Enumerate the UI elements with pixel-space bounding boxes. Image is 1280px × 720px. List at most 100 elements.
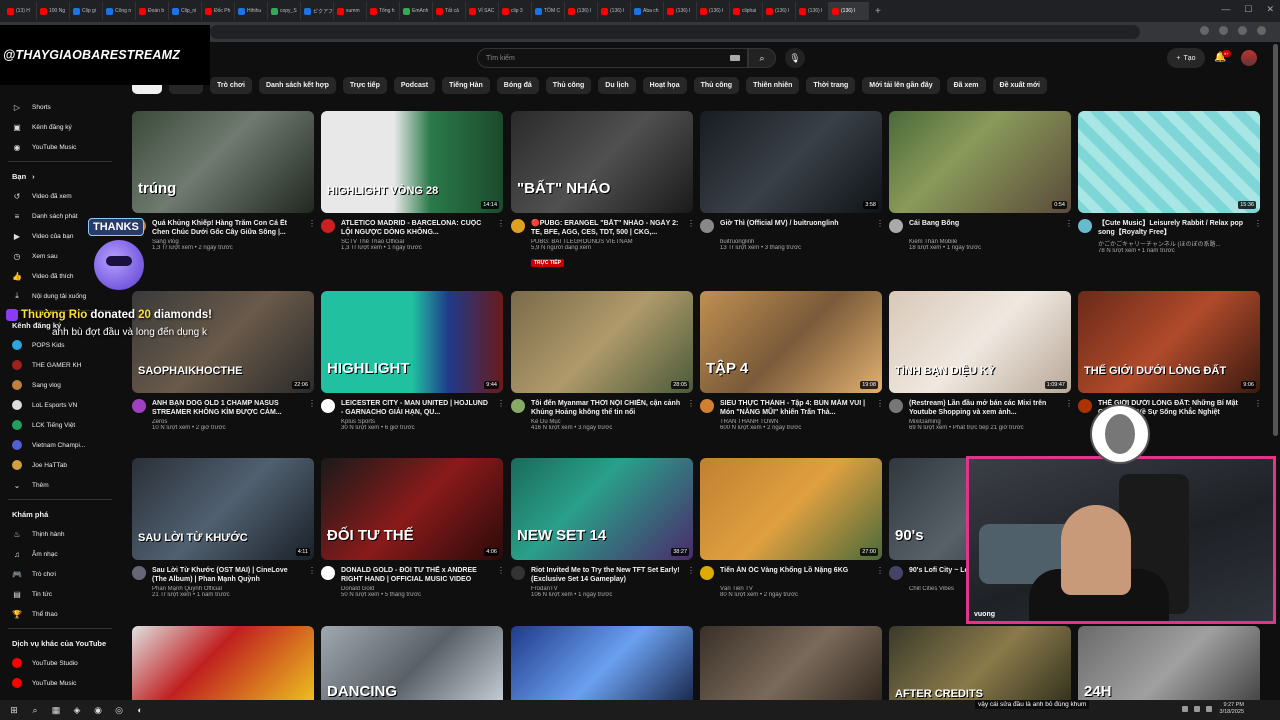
video-card[interactable]: 0:54 Cái Bang Bống Kiếm Thần Mobile 18 lượt… [889, 111, 1073, 251]
video-thumbnail[interactable]: SAOPHAIKHOCTHE 22:06 [132, 291, 314, 393]
more-options-icon[interactable]: ⋮ [687, 219, 695, 269]
browser-tab[interactable]: Công n [103, 2, 136, 20]
video-card[interactable]: SAU LỜI TỪ KHƯỚC 4:11 Sau Lời Từ Khước (OS… [132, 458, 316, 598]
video-thumbnail[interactable]: HIGHLIGHT VÒNG 28 14:14 [321, 111, 503, 213]
browser-tab[interactable]: cliphai [730, 2, 763, 20]
channel-avatar[interactable] [132, 566, 146, 580]
close-icon[interactable]: ✕ [1266, 4, 1274, 15]
sidebar-item[interactable]: LoL Esports VN [0, 395, 120, 415]
sidebar-item[interactable]: 🎮 Trò chơi [0, 564, 120, 584]
keyboard-icon[interactable] [730, 55, 740, 61]
channel-avatar[interactable] [511, 219, 525, 233]
video-card[interactable]: "BẤT" NHÁO 🔴PUBG: ERANGEL "BẤT" NHÁO - NG… [511, 111, 695, 267]
video-title[interactable]: SIEU THỰC THÀNH - Tập 4: BÚN MẮM VUI | M… [720, 399, 870, 417]
video-title[interactable]: ATLETICO MADRID - BARCELONA: CUỘC LỘI NG… [341, 219, 491, 237]
video-title[interactable]: Riot Invited Me to Try the New TFT Set E… [531, 566, 681, 584]
sidebar-item[interactable]: ♫ Âm nhạc [0, 544, 120, 564]
chip-9[interactable]: Du lịch [598, 76, 636, 94]
video-card[interactable]: 3:58 Giờ Thì (Official MV) / buitruonglin… [700, 111, 884, 251]
chip-5[interactable]: Podcast [393, 76, 436, 94]
sidebar-item[interactable]: ▷ Shorts [0, 97, 120, 117]
more-options-icon[interactable]: ⋮ [497, 566, 505, 598]
channel-avatar[interactable] [1078, 219, 1092, 233]
sidebar-item[interactable]: 🏆 Thể thao [0, 604, 120, 624]
channel-avatar[interactable] [321, 399, 335, 413]
sidebar-item[interactable]: ♨ Thịnh hành [0, 524, 120, 544]
sidebar-item[interactable]: ↺ Video đã xem [0, 186, 120, 206]
browser-tab[interactable]: copy_S [268, 2, 301, 20]
minimize-icon[interactable]: — [1221, 4, 1230, 15]
video-thumbnail[interactable]: 28:05 [511, 291, 693, 393]
channel-avatar[interactable] [889, 399, 903, 413]
sidebar-item[interactable]: YouTube Music [0, 673, 120, 693]
chip-6[interactable]: Tiếng Hàn [442, 76, 490, 94]
more-options-icon[interactable]: ⋮ [1254, 219, 1262, 254]
browser-tab[interactable]: Clip_ni [169, 2, 202, 20]
video-thumbnail[interactable]: 27:00 [700, 458, 882, 560]
video-thumbnail[interactable]: 0:54 [889, 111, 1071, 213]
video-card[interactable]: TÌNH BẠN DIỆU KỲ 1:09:47 (Restream) Lần đầ… [889, 291, 1073, 431]
browser-tab[interactable]: Clip gi [70, 2, 103, 20]
video-thumbnail[interactable]: 3:58 [700, 111, 882, 213]
browser-tab[interactable]: TÔM C [532, 2, 565, 20]
video-thumbnail[interactable]: TÌNH BẠN DIỆU KỲ 1:09:47 [889, 291, 1071, 393]
video-title[interactable]: Tiến ĂN ỐC Vàng Khổng Lồ Nặng 6KG [720, 566, 870, 584]
taskbar-clock[interactable]: 9:27 PM 3/18/2025 [1220, 702, 1244, 716]
video-thumbnail[interactable]: TẬP 4 19:08 [700, 291, 882, 393]
browser-tab[interactable]: Đốc Ph [202, 2, 235, 20]
browser-tab[interactable]: (136) I [796, 2, 829, 20]
video-title[interactable]: (Restream) Lần đầu mở bán các Mixi trên … [909, 399, 1059, 417]
video-thumbnail[interactable]: trúng [132, 111, 314, 213]
browser-tab[interactable]: clip 3 [499, 2, 532, 20]
chip-11[interactable]: Thủ công [693, 76, 740, 94]
more-options-icon[interactable]: ⋮ [687, 566, 695, 598]
profile-icon[interactable] [1238, 26, 1247, 35]
sidebar-item[interactable]: ▣ Kênh đăng ký [0, 117, 120, 137]
app-icon[interactable]: ◐ [134, 704, 146, 716]
create-button[interactable]: + Tạo [1167, 48, 1205, 68]
maximize-icon[interactable]: ☐ [1244, 4, 1252, 15]
channel-avatar[interactable] [511, 399, 525, 413]
channel-name[interactable]: かごかごキャリーチャンネル (ほのぼの系路... [1098, 239, 1248, 248]
video-thumbnail[interactable]: SAU LỜI TỪ KHƯỚC 4:11 [132, 458, 314, 560]
extension-icon[interactable] [1219, 26, 1228, 35]
video-thumbnail[interactable]: "BẤT" NHÁO [511, 111, 693, 213]
chip-15[interactable]: Đã xem [946, 76, 986, 94]
browser-tab[interactable]: (136) I [763, 2, 796, 20]
channel-avatar[interactable] [511, 566, 525, 580]
sidebar-item-more[interactable]: ⌄ Thêm [0, 475, 120, 495]
chip-12[interactable]: Thiên nhiên [746, 76, 800, 94]
account-avatar[interactable] [1241, 50, 1257, 66]
sidebar-item[interactable]: POPS Kids [0, 335, 120, 355]
new-tab-button[interactable]: + [875, 6, 881, 17]
edge-icon[interactable]: ◈ [71, 704, 83, 716]
task-view-icon[interactable]: ▦ [50, 704, 62, 716]
video-card[interactable]: ĐỐI TƯ THẾ 4:06 DONALD GOLD - ĐỐI TƯ THẾ x… [321, 458, 505, 598]
browser-tab[interactable]: Aba ch [631, 2, 664, 20]
menu-icon[interactable] [1257, 26, 1266, 35]
video-title[interactable]: LEICESTER CITY - MAN UNITED | HOJLUND - … [341, 399, 491, 417]
chip-10[interactable]: Hoạt họa [642, 76, 687, 94]
sidebar-item[interactable]: LCK Tiếng Việt [0, 415, 120, 435]
search-button[interactable]: ⌕ [748, 48, 776, 68]
video-card[interactable]: 28:05 Tôi đến Myanmar THỜI NỘI CHIẾN, cận… [511, 291, 695, 431]
chip-16[interactable]: Đề xuất mới [992, 76, 1047, 94]
channel-avatar[interactable] [321, 566, 335, 580]
address-bar[interactable] [210, 25, 1140, 39]
channel-avatar[interactable] [700, 566, 714, 580]
obs-icon[interactable]: ◎ [113, 704, 125, 716]
browser-tab[interactable]: VÍ SAC [466, 2, 499, 20]
channel-avatar[interactable] [889, 566, 903, 580]
chip-13[interactable]: Thời trang [806, 76, 856, 94]
more-options-icon[interactable]: ⋮ [876, 399, 884, 431]
browser-tab[interactable]: summ [334, 2, 367, 20]
browser-tab[interactable]: Tất cả [433, 2, 466, 20]
channel-avatar[interactable] [132, 399, 146, 413]
video-title[interactable]: Quá Khủng Khiếp! Hàng Trăm Con Cá Ết Che… [152, 219, 302, 237]
video-card[interactable]: 27:00 Tiến ĂN ỐC Vàng Khổng Lồ Nặng 6KG Vă… [700, 458, 884, 598]
video-card[interactable]: SAOPHAIKHOCTHE 22:06 ANH BẠN DOG OLD 1 CHA… [132, 291, 316, 431]
video-card[interactable]: 15:36 【Cute Music】Leisurely Rabbit / Rela… [1078, 111, 1262, 254]
video-card[interactable]: trúng Quá Khủng Khiếp! Hàng Trăm Con Cá Ế… [132, 111, 316, 251]
video-title[interactable]: ANH BẠN DOG OLD 1 CHAMP NASUS STREAMER K… [152, 399, 302, 417]
more-options-icon[interactable]: ⋮ [1065, 219, 1073, 251]
